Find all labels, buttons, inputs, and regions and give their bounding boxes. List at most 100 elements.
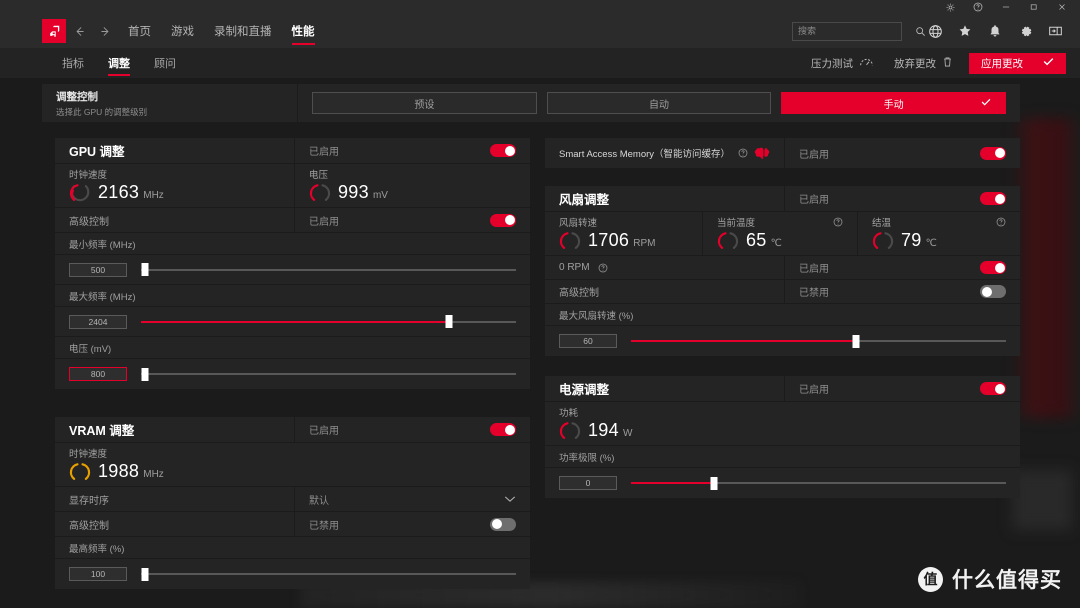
title-bar <box>0 0 1080 14</box>
junction-temp-help-icon[interactable] <box>996 217 1006 227</box>
vram-memory-timing-label-cell: 显存时序 <box>55 487 295 511</box>
preset-button-manual[interactable]: 手动 <box>781 92 1007 114</box>
vram-max-freq-value[interactable]: 100 <box>69 567 127 581</box>
preset-button-preset[interactable]: 预设 <box>312 92 537 114</box>
nav-item-record-stream[interactable]: 录制和直播 <box>204 14 282 48</box>
vram-clock-gauge-icon <box>69 461 91 483</box>
discard-changes-button[interactable]: 放弃更改 <box>884 48 963 78</box>
gpu-min-freq-slider[interactable]: 500 <box>55 255 530 284</box>
vram-max-freq-slider[interactable]: 100 <box>55 559 530 589</box>
tab-tuning[interactable]: 调整 <box>98 48 140 78</box>
zero-rpm-help-icon[interactable] <box>598 263 608 273</box>
vram-tuning-header-row: VRAM 调整 已启用 <box>55 417 530 443</box>
amd-logo-icon[interactable] <box>42 19 66 43</box>
power-tuning-enabled-cell: 已启用 <box>785 376 1020 401</box>
nav-forward-icon[interactable] <box>92 14 118 48</box>
fan-max-speed-slider[interactable]: 60 <box>545 326 1020 356</box>
gpu-max-freq-value[interactable]: 2404 <box>69 314 127 329</box>
sam-label-cell: Smart Access Memory（智能访问缓存） <box>545 138 785 168</box>
nav-item-gaming[interactable]: 游戏 <box>161 14 204 48</box>
preset-button-auto[interactable]: 自动 <box>546 92 772 114</box>
power-limit-slider[interactable]: 0 <box>545 468 1020 498</box>
fan-advanced-control-state-cell: 已禁用 <box>785 280 1020 303</box>
trash-icon <box>942 56 953 71</box>
stress-test-label: 压力测试 <box>811 57 853 70</box>
fan-max-speed-value[interactable]: 60 <box>559 334 617 348</box>
vram-max-freq-slider-row: 100 <box>55 559 530 589</box>
nav-item-performance[interactable]: 性能 <box>282 14 325 48</box>
minimize-icon[interactable] <box>992 0 1020 14</box>
gpu-voltage-slider[interactable]: 800 <box>55 359 530 389</box>
gpu-clock-speed-value: 2163 <box>98 182 140 202</box>
power-tuning-panel: 电源调整 已启用 功耗 194 W 功率极限 (%) 0 <box>545 376 1020 498</box>
help-icon[interactable] <box>964 0 992 14</box>
vram-memory-timing-row: 显存时序 默认 <box>55 487 530 512</box>
power-limit-track[interactable] <box>631 476 1006 490</box>
search-box[interactable] <box>792 21 925 41</box>
star-icon[interactable] <box>950 14 980 48</box>
stress-test-button[interactable]: 压力测试 <box>801 48 884 78</box>
gpu-tuning-panel: GPU 调整 已启用 时钟速度 2163 MHz 电压 993 mV 高级控制 … <box>55 138 530 389</box>
nav-back-icon[interactable] <box>66 14 92 48</box>
vram-advanced-control-toggle[interactable] <box>490 517 516 531</box>
smart-access-memory-panel: Smart Access Memory（智能访问缓存） 已启用 <box>545 138 1020 168</box>
apply-changes-button[interactable]: 应用更改 <box>969 52 1066 74</box>
gpu-clock-speed-label: 时钟速度 <box>69 170 108 181</box>
gpu-advanced-control-toggle[interactable] <box>490 213 516 227</box>
gpu-voltage-cell: 电压 993 mV <box>295 164 530 207</box>
power-limit-value[interactable]: 0 <box>559 476 617 490</box>
fan-max-speed-track[interactable] <box>631 334 1006 348</box>
gpu-max-freq-track[interactable] <box>141 315 516 328</box>
fan-tuning-panel: 风扇调整 已启用 风扇转速 1706 RPM 当前温度 65 ℃ 结温 79 ℃… <box>545 186 1020 356</box>
search-input[interactable] <box>798 26 915 36</box>
chevron-down-icon[interactable] <box>504 495 516 503</box>
panel-icon[interactable] <box>1040 14 1070 48</box>
current-temp-help-icon[interactable] <box>833 217 843 227</box>
nav-item-home[interactable]: 首页 <box>118 14 161 48</box>
gpu-tuning-toggle[interactable] <box>490 144 516 157</box>
fan-tuning-title-cell: 风扇调整 <box>545 186 785 211</box>
fan-advanced-control-label-cell: 高级控制 <box>545 280 785 303</box>
gauge-icon <box>859 56 874 70</box>
junction-temp-value: 79 <box>901 230 922 250</box>
vram-tuning-toggle[interactable] <box>490 423 516 436</box>
gear-icon[interactable] <box>1010 14 1040 48</box>
power-tuning-toggle[interactable] <box>980 382 1006 395</box>
vram-tuning-enabled-cell: 已启用 <box>295 417 530 442</box>
vram-memory-timing-select[interactable]: 默认 <box>295 487 530 511</box>
gpu-min-freq-track[interactable] <box>141 263 516 276</box>
preset-button-preset-label: 预设 <box>414 99 435 111</box>
gpu-min-freq-value[interactable]: 500 <box>69 262 127 277</box>
gpu-max-freq-slider[interactable]: 2404 <box>55 307 530 336</box>
gpu-voltage-slider-value[interactable]: 800 <box>69 367 127 381</box>
maximize-icon[interactable] <box>1020 0 1048 14</box>
close-icon[interactable] <box>1048 0 1076 14</box>
bell-icon[interactable] <box>980 14 1010 48</box>
sam-toggle[interactable] <box>980 146 1006 160</box>
nav-item-gaming-label: 游戏 <box>171 26 194 38</box>
fan-speed-cell: 风扇转速 1706 RPM <box>545 212 703 255</box>
current-temp-unit: ℃ <box>770 238 782 249</box>
gpu-voltage-slider-track[interactable] <box>141 367 516 381</box>
fan-zero-rpm-toggle[interactable] <box>980 261 1006 274</box>
tab-metrics[interactable]: 指标 <box>52 48 94 78</box>
fan-tuning-toggle[interactable] <box>980 192 1006 205</box>
tab-advisor[interactable]: 顾问 <box>144 48 186 78</box>
fan-advanced-control-toggle[interactable] <box>980 285 1006 298</box>
power-limit-label: 功率极限 (%) <box>559 452 615 464</box>
junction-temp-gauge-icon <box>872 230 894 252</box>
navbar-right-cluster <box>792 14 1080 48</box>
help-circle-icon[interactable] <box>738 148 748 158</box>
nav-item-record-stream-label: 录制和直播 <box>214 26 272 38</box>
tab-tuning-label: 调整 <box>108 58 130 70</box>
vram-advanced-control-label: 高级控制 <box>69 520 109 532</box>
globe-icon[interactable] <box>920 14 950 48</box>
fan-advanced-control-row: 高级控制 已禁用 <box>545 280 1020 304</box>
vram-max-freq-track[interactable] <box>141 567 516 581</box>
vram-clock-speed-cell: 时钟速度 1988 MHz <box>55 443 530 486</box>
settings-icon[interactable] <box>936 0 964 14</box>
fan-speed-label: 风扇转速 <box>559 218 598 229</box>
preset-buttons-row: 预设 自动 手动 <box>298 84 1020 122</box>
gpu-tuning-header-row: GPU 调整 已启用 <box>55 138 530 164</box>
gpu-voltage-unit: mV <box>372 190 388 201</box>
